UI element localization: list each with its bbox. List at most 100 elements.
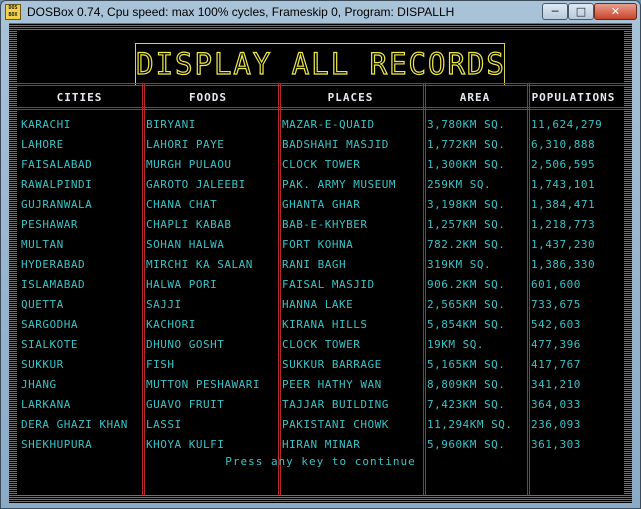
column-divider-line	[423, 83, 424, 495]
table-cell-places: RANI BAGH	[282, 258, 347, 271]
table-cell-cities: MULTAN	[21, 238, 64, 251]
column-header-populations: POPULATIONS	[531, 91, 616, 104]
table-cell-foods: MIRCHI KA SALAN	[146, 258, 253, 271]
table-cell-cities: QUETTA	[21, 298, 64, 311]
table-cell-populations: 601,600	[531, 278, 581, 291]
table-cell-places: BAB-E-KHYBER	[282, 218, 368, 231]
window-title: DOSBox 0.74, Cpu speed: max 100% cycles,…	[27, 5, 455, 19]
column-divider-line	[425, 83, 426, 495]
table-cell-populations: 417,767	[531, 358, 581, 371]
table-cell-area: 906.2KM SQ.	[427, 278, 506, 291]
table-cell-area: 2,565KM SQ.	[427, 298, 506, 311]
table-cell-area: 319KM SQ.	[427, 258, 492, 271]
table-cell-area: 1,257KM SQ.	[427, 218, 506, 231]
maximize-button[interactable]: □	[568, 3, 594, 20]
records-panel: DISPLAY ALL RECORDS CITIES FOODS PLACES ARE…	[17, 31, 624, 495]
column-divider-line	[142, 83, 143, 495]
table-cell-foods: FISH	[146, 358, 175, 371]
table-cell-places: PAK. ARMY MUSEUM	[282, 178, 396, 191]
table-cell-places: CLOCK TOWER	[282, 158, 361, 171]
table-cell-foods: KHOYA KULFI	[146, 438, 225, 451]
dosbox-icon: DOS BOX	[5, 4, 21, 20]
table-cell-cities: LAHORE	[21, 138, 64, 151]
table-cell-area: 8,809KM SQ.	[427, 378, 506, 391]
header-divider-inner	[17, 109, 624, 110]
table-cell-area: 5,165KM SQ.	[427, 358, 506, 371]
page-title: DISPLAY ALL RECORDS	[136, 46, 506, 81]
table-cell-populations: 477,396	[531, 338, 581, 351]
title-banner: DISPLAY ALL RECORDS	[135, 43, 505, 86]
table-cell-places: KIRANA HILLS	[282, 318, 368, 331]
table-cell-places: FORT KOHNA	[282, 238, 354, 251]
table-cell-cities: SARGODHA	[21, 318, 78, 331]
dos-screen[interactable]: DISPLAY ALL RECORDS CITIES FOODS PLACES ARE…	[9, 23, 632, 503]
table-cell-cities: LARKANA	[21, 398, 71, 411]
table-cell-cities: SUKKUR	[21, 358, 64, 371]
table-cell-foods: CHAPLI KABAB	[146, 218, 232, 231]
continue-prompt: Press any key to continue	[225, 455, 416, 468]
table-cell-places: TAJJAR BUILDING	[282, 398, 389, 411]
table-cell-area: 782.2KM SQ.	[427, 238, 506, 251]
column-divider-line	[278, 83, 279, 495]
table-cell-places: PAKISTANI CHOWK	[282, 418, 389, 431]
table-cell-cities: SIALKOTE	[21, 338, 78, 351]
table-cell-populations: 733,675	[531, 298, 581, 311]
table-cell-foods: DHUNO GOSHT	[146, 338, 225, 351]
table-cell-area: 5,854KM SQ.	[427, 318, 506, 331]
table-cell-populations: 6,310,888	[531, 138, 596, 151]
table-cell-foods: LASSI	[146, 418, 182, 431]
table-top-border	[17, 83, 624, 84]
column-divider-line	[144, 83, 145, 495]
table-cell-cities: RAWALPINDI	[21, 178, 93, 191]
table-cell-foods: MUTTON PESHAWARI	[146, 378, 260, 391]
table-cell-cities: FAISALABAD	[21, 158, 93, 171]
table-cell-places: FAISAL MASJID	[282, 278, 375, 291]
table-cell-foods: GUAVO FRUIT	[146, 398, 225, 411]
dosbox-window: DOS BOX DOSBox 0.74, Cpu speed: max 100%…	[0, 0, 641, 509]
column-header-foods: FOODS	[188, 91, 228, 104]
table-cell-places: PEER HATHY WAN	[282, 378, 382, 391]
column-header-places: PLACES	[327, 91, 374, 104]
table-cell-cities: SHEKHUPURA	[21, 438, 93, 451]
close-button[interactable]: ✕	[594, 3, 637, 20]
table-cell-foods: GAROTO JALEEBI	[146, 178, 246, 191]
table-cell-populations: 11,624,279	[531, 118, 603, 131]
column-header-area: AREA	[459, 91, 491, 104]
column-divider-line	[529, 83, 530, 495]
table-cell-foods: BIRYANI	[146, 118, 196, 131]
column-divider-line	[280, 83, 281, 495]
table-cell-area: 1,300KM SQ.	[427, 158, 506, 171]
table-cell-area: 3,780KM SQ.	[427, 118, 506, 131]
table-cell-populations: 2,506,595	[531, 158, 596, 171]
table-cell-populations: 361,303	[531, 438, 581, 451]
table-cell-places: GHANTA GHAR	[282, 198, 361, 211]
table-cell-places: BADSHAHI MASJID	[282, 138, 389, 151]
table-cell-places: MAZAR-E-QUAID	[282, 118, 375, 131]
table-cell-places: HIRAN MINAR	[282, 438, 361, 451]
table-cell-area: 11,294KM SQ.	[427, 418, 513, 431]
table-cell-cities: KARACHI	[21, 118, 71, 131]
table-cell-cities: JHANG	[21, 378, 57, 391]
table-cell-foods: SOHAN HALWA	[146, 238, 225, 251]
table-cell-places: CLOCK TOWER	[282, 338, 361, 351]
table-cell-area: 259KM SQ.	[427, 178, 492, 191]
table-cell-populations: 1,384,471	[531, 198, 596, 211]
table-cell-area: 3,198KM SQ.	[427, 198, 506, 211]
table-cell-area: 19KM SQ.	[427, 338, 484, 351]
table-cell-populations: 1,743,101	[531, 178, 596, 191]
table-cell-cities: ISLAMABAD	[21, 278, 86, 291]
table-cell-populations: 1,386,330	[531, 258, 596, 271]
table-cell-places: HANNA LAKE	[282, 298, 354, 311]
table-cell-foods: CHANA CHAT	[146, 198, 218, 211]
table-cell-places: SUKKUR BARRAGE	[282, 358, 382, 371]
header-divider	[17, 107, 624, 108]
table-top-border-inner	[17, 85, 624, 86]
table-cell-cities: HYDERABAD	[21, 258, 86, 271]
table-cell-populations: 236,093	[531, 418, 581, 431]
table-cell-area: 5,960KM SQ.	[427, 438, 506, 451]
minimize-button[interactable]: ─	[542, 3, 568, 20]
table-cell-cities: GUJRANWALA	[21, 198, 93, 211]
column-divider-line	[527, 83, 528, 495]
title-bar[interactable]: DOS BOX DOSBox 0.74, Cpu speed: max 100%…	[1, 1, 640, 23]
table-cell-cities: DERA GHAZI KHAN	[21, 418, 128, 431]
